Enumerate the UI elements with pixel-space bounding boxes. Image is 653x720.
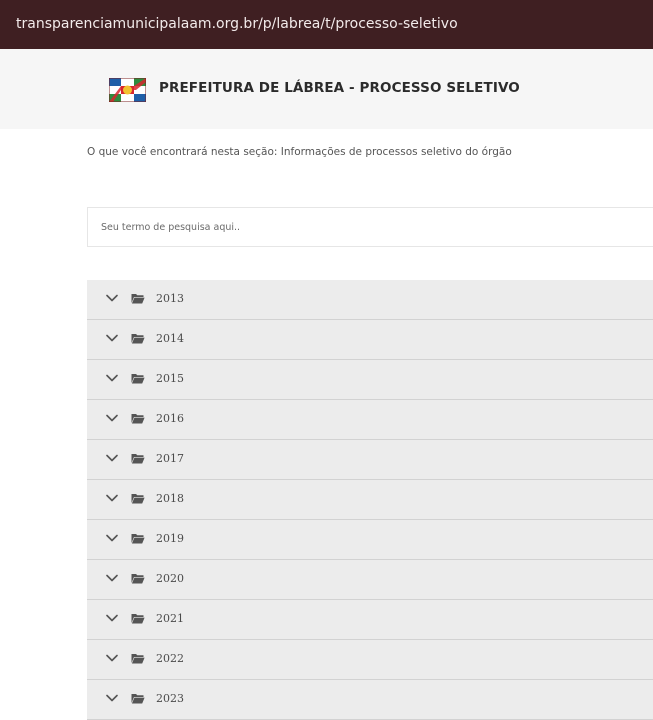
- folder-label: 2022: [156, 652, 184, 665]
- chevron-down-icon[interactable]: [106, 414, 118, 422]
- folder-row-2014[interactable]: 2014: [87, 320, 653, 360]
- search-input[interactable]: [88, 208, 653, 246]
- folder-open-icon: [131, 654, 145, 664]
- folder-label: 2019: [156, 532, 184, 545]
- folder-row-2020[interactable]: 2020: [87, 560, 653, 600]
- folder-open-icon: [131, 374, 145, 384]
- folder-open-icon: [131, 574, 145, 584]
- chevron-down-icon[interactable]: [106, 534, 118, 542]
- folder-label: 2018: [156, 492, 184, 505]
- chevron-down-icon[interactable]: [106, 694, 118, 702]
- folder-open-icon: [131, 334, 145, 344]
- folder-row-2021[interactable]: 2021: [87, 600, 653, 640]
- folder-open-icon: [131, 694, 145, 704]
- municipal-flag-icon: [109, 78, 146, 102]
- chevron-down-icon[interactable]: [106, 294, 118, 302]
- chevron-down-icon[interactable]: [106, 494, 118, 502]
- section-description: O que você encontrará nesta seção: Infor…: [87, 146, 512, 158]
- folder-open-icon: [131, 494, 145, 504]
- folder-row-2017[interactable]: 2017: [87, 440, 653, 480]
- folder-label: 2021: [156, 612, 184, 625]
- folder-open-icon: [131, 614, 145, 624]
- chevron-down-icon[interactable]: [106, 614, 118, 622]
- folder-row-2018[interactable]: 2018: [87, 480, 653, 520]
- browser-url-bar[interactable]: transparenciamunicipalaam.org.br/p/labre…: [0, 0, 653, 49]
- folder-open-icon: [131, 454, 145, 464]
- folder-open-icon: [131, 294, 145, 304]
- folder-label: 2023: [156, 692, 184, 705]
- folder-label: 2013: [156, 292, 184, 305]
- page-title: PREFEITURA DE LÁBREA - PROCESSO SELETIVO: [159, 80, 520, 96]
- folder-row-2013[interactable]: 2013: [87, 280, 653, 320]
- chevron-down-icon[interactable]: [106, 374, 118, 382]
- folder-row-2023[interactable]: 2023: [87, 680, 653, 720]
- folder-row-2016[interactable]: 2016: [87, 400, 653, 440]
- folder-label: 2014: [156, 332, 184, 345]
- folder-row-2019[interactable]: 2019: [87, 520, 653, 560]
- folder-list: 2013 2014 2015 2016 2017 2018 2019 2020 2021 2022…: [87, 280, 653, 720]
- chevron-down-icon[interactable]: [106, 654, 118, 662]
- folder-row-2022[interactable]: 2022: [87, 640, 653, 680]
- folder-label: 2017: [156, 452, 184, 465]
- folder-label: 2015: [156, 372, 184, 385]
- browser-url-text: transparenciamunicipalaam.org.br/p/labre…: [16, 16, 458, 32]
- chevron-down-icon[interactable]: [106, 334, 118, 342]
- folder-open-icon: [131, 414, 145, 424]
- folder-label: 2016: [156, 412, 184, 425]
- chevron-down-icon[interactable]: [106, 574, 118, 582]
- folder-row-2015[interactable]: 2015: [87, 360, 653, 400]
- folder-label: 2020: [156, 572, 184, 585]
- site-header: PREFEITURA DE LÁBREA - PROCESSO SELETIVO: [0, 49, 653, 129]
- folder-open-icon: [131, 534, 145, 544]
- search-box[interactable]: [87, 207, 653, 247]
- chevron-down-icon[interactable]: [106, 454, 118, 462]
